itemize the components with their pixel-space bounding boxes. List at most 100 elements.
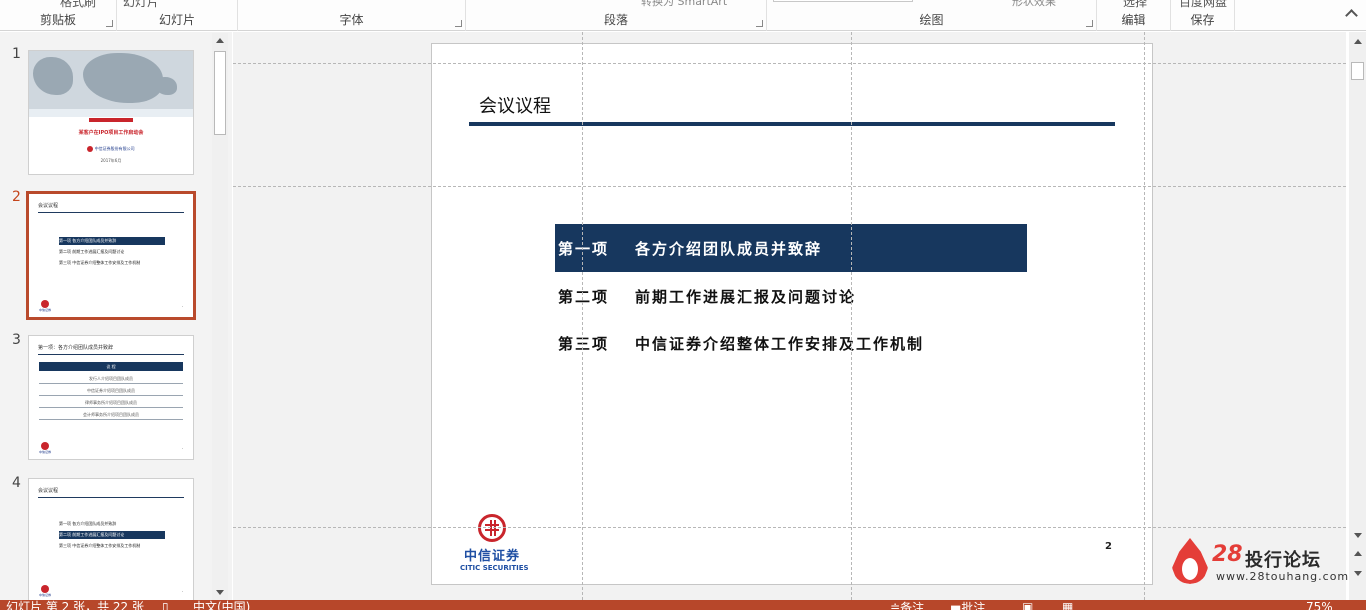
new-slide-button[interactable]: 幻灯片: [123, 0, 159, 10]
scroll-up-icon[interactable]: [1350, 34, 1366, 50]
thumbnail-agenda-row: 第一项 各方介绍团队成员并致辞: [59, 237, 165, 245]
status-bar: 幻灯片 第 2 张，共 22 张 ▯ 中文(中国) ≐ 备注 ▬ 批注 ▣ ▦ …: [0, 600, 1366, 610]
guide-line[interactable]: [582, 32, 583, 600]
ribbon-group-clipboard: 格式刷 剪贴板: [0, 0, 117, 31]
slide-thumbnail-pane: 1 某客户在IPO项目工作启动会 中信证券股份有限公司 2017年6月 2 会议…: [0, 32, 232, 600]
ribbon-group-paragraph: 转换为 SmartArt 段落: [466, 0, 767, 31]
thumbnail-cover-title: 某客户在IPO项目工作启动会: [78, 130, 144, 136]
thumbnail-title: 会议议程: [38, 488, 59, 494]
agenda-item-text: 前期工作进展汇报及问题讨论: [635, 287, 857, 306]
agenda-item-number: 第一项: [558, 239, 610, 258]
scrollbar-thumb[interactable]: [214, 51, 226, 135]
normal-view-icon[interactable]: ▣: [1022, 601, 1033, 610]
thumbnail-table-row: 律师事务所介绍项目团队成员: [39, 397, 183, 408]
scrollbar-thumb[interactable]: [1351, 62, 1364, 80]
thumbnail-page-number: ·: [181, 446, 183, 451]
dialog-launcher-icon[interactable]: [1086, 20, 1093, 27]
thumbnail-logo: 中信证券: [39, 300, 51, 312]
thumbnail-table-row: 中信证券介绍项目团队成员: [39, 385, 183, 396]
agenda-item-2[interactable]: 第二项 前期工作进展汇报及问题讨论: [555, 272, 1027, 320]
thumbnail-agenda-row: 第一项 各方介绍团队成员并致辞: [59, 521, 117, 526]
slide-editing-area: 会议议程 第一项 各方介绍团队成员并致辞 第二项 前期工作进展汇报及问题讨论 第…: [233, 32, 1346, 600]
thumbnail-number: 1: [12, 46, 21, 62]
slide-sorter-icon[interactable]: ▦: [1062, 601, 1073, 610]
slide-title[interactable]: 会议议程: [479, 92, 551, 118]
thumbnail-page-number: ·: [181, 589, 183, 594]
slide-page-number: 2: [1105, 541, 1112, 552]
agenda-item-1[interactable]: 第一项 各方介绍团队成员并致辞: [555, 224, 1027, 272]
thumbnail-slide-3[interactable]: 第一项：各方介绍团队成员并致辞 议 程 发行人介绍项目团队成员 中信证券介绍项目…: [28, 335, 194, 460]
thumbnail-number: 3: [12, 332, 21, 348]
select-button[interactable]: 选择: [1123, 0, 1147, 10]
logo-name-en: CITIC SECURITIES: [460, 564, 529, 572]
thumbnail-table-row: 发行人介绍项目团队成员: [39, 373, 183, 384]
guide-line[interactable]: [233, 527, 1346, 528]
thumbnail-agenda-row: 第三项 中信证券介绍整体工作安排及工作机制: [59, 543, 141, 548]
thumbnail-logo: 中信证券: [39, 585, 51, 597]
thumbnail-slide-2[interactable]: 会议议程 第一项 各方介绍团队成员并致辞 第二项 前期工作进展汇报及问题讨论 第…: [26, 191, 196, 320]
thumbnail-number: 2: [12, 189, 21, 205]
title-underline: [469, 122, 1115, 126]
forum-watermark: 28 投行论坛 www.28touhang.com: [1172, 538, 1348, 588]
thumbnail-table-row: 会计师事务所介绍项目团队成员: [39, 409, 183, 420]
ribbon-group-editing: 选择 编辑: [1097, 0, 1171, 31]
collapse-ribbon-icon[interactable]: [1345, 9, 1358, 22]
shape-gallery[interactable]: [773, 0, 913, 2]
baidu-netdisk-button[interactable]: 百度网盘: [1179, 0, 1227, 10]
guide-line[interactable]: [1144, 32, 1145, 600]
ribbon: 格式刷 剪贴板 幻灯片 幻灯片 字体 转换为 SmartArt 段落 形状效果 …: [0, 0, 1366, 31]
thumbnail-scrollbar[interactable]: [212, 33, 228, 601]
flame-logo-icon: [1172, 538, 1208, 584]
ribbon-group-label: 剪贴板: [39, 13, 76, 27]
dialog-launcher-icon[interactable]: [455, 20, 462, 27]
thumbnail-agenda-row: 第三项 中信证券介绍整体工作安排及工作机制: [59, 260, 141, 265]
world-map-image: [29, 51, 193, 109]
citic-emblem-icon: [478, 514, 506, 542]
agenda-item-text: 各方介绍团队成员并致辞: [635, 239, 823, 258]
slide-canvas[interactable]: 会议议程 第一项 各方介绍团队成员并致辞 第二项 前期工作进展汇报及问题讨论 第…: [431, 43, 1153, 585]
format-painter-button[interactable]: 格式刷: [60, 0, 96, 10]
thumbnail-slide-4[interactable]: 会议议程 第一项 各方介绍团队成员并致辞 第二项 前期工作进展汇报及问题讨论 第…: [28, 478, 194, 600]
ribbon-group-label: 段落: [603, 13, 628, 27]
convert-smartart-button[interactable]: 转换为 SmartArt: [641, 0, 727, 9]
spellcheck-icon[interactable]: ▯: [162, 601, 169, 610]
thumbnail-cover-date: 2017年6月: [100, 158, 122, 163]
watermark-url: www.28touhang.com: [1216, 570, 1350, 583]
dialog-launcher-icon[interactable]: [756, 20, 763, 27]
thumbnail-cover-logo: 中信证券股份有限公司: [29, 146, 193, 152]
ribbon-group-drawing: 形状效果 绘图: [767, 0, 1097, 31]
next-slide-icon[interactable]: [1350, 565, 1366, 581]
logo-name-cn: 中信证券: [463, 549, 520, 564]
ribbon-group-slides: 幻灯片 幻灯片: [117, 0, 238, 31]
thumbnail-logo: 中信证券: [39, 442, 51, 454]
shape-effects-button[interactable]: 形状效果: [1012, 0, 1056, 9]
notes-button[interactable]: ≐ 备注: [890, 601, 924, 610]
ribbon-group-save: 百度网盘 保存: [1171, 0, 1235, 31]
scroll-up-icon[interactable]: [212, 33, 228, 49]
guide-line[interactable]: [851, 32, 852, 600]
editor-scrollbar[interactable]: [1349, 32, 1366, 600]
ribbon-group-label: 绘图: [919, 13, 944, 27]
scroll-down-icon[interactable]: [1350, 527, 1366, 543]
citic-logo: 中信证券 CITIC SECURITIES: [460, 514, 529, 572]
agenda-item-number: 第三项: [558, 334, 610, 353]
zoom-level[interactable]: 75%: [1306, 601, 1333, 610]
ribbon-group-label: 幻灯片: [158, 13, 195, 27]
thumbnail-title: 第一项：各方介绍团队成员并致辞: [38, 345, 114, 351]
ribbon-group-label: 字体: [339, 13, 364, 27]
thumbnail-slide-1[interactable]: 某客户在IPO项目工作启动会 中信证券股份有限公司 2017年6月: [28, 50, 194, 175]
ribbon-group-label: 编辑: [1121, 13, 1146, 27]
comments-button[interactable]: ▬ 批注: [950, 601, 985, 610]
thumbnail-table-header: 议 程: [39, 362, 183, 371]
thumbnail-agenda-row: 第二项 前期工作进展汇报及问题讨论: [59, 531, 165, 539]
dialog-launcher-icon[interactable]: [106, 20, 113, 27]
ribbon-group-font: 字体: [238, 0, 466, 31]
agenda-item-3[interactable]: 第三项 中信证券介绍整体工作安排及工作机制: [555, 319, 1027, 367]
slide-count-status: 幻灯片 第 2 张，共 22 张: [6, 600, 144, 610]
previous-slide-icon[interactable]: [1350, 546, 1366, 562]
language-status[interactable]: 中文(中国): [193, 601, 250, 610]
scroll-down-icon[interactable]: [212, 584, 228, 600]
guide-line[interactable]: [233, 63, 1346, 64]
watermark-number: 28: [1212, 542, 1243, 567]
guide-line[interactable]: [233, 186, 1346, 187]
